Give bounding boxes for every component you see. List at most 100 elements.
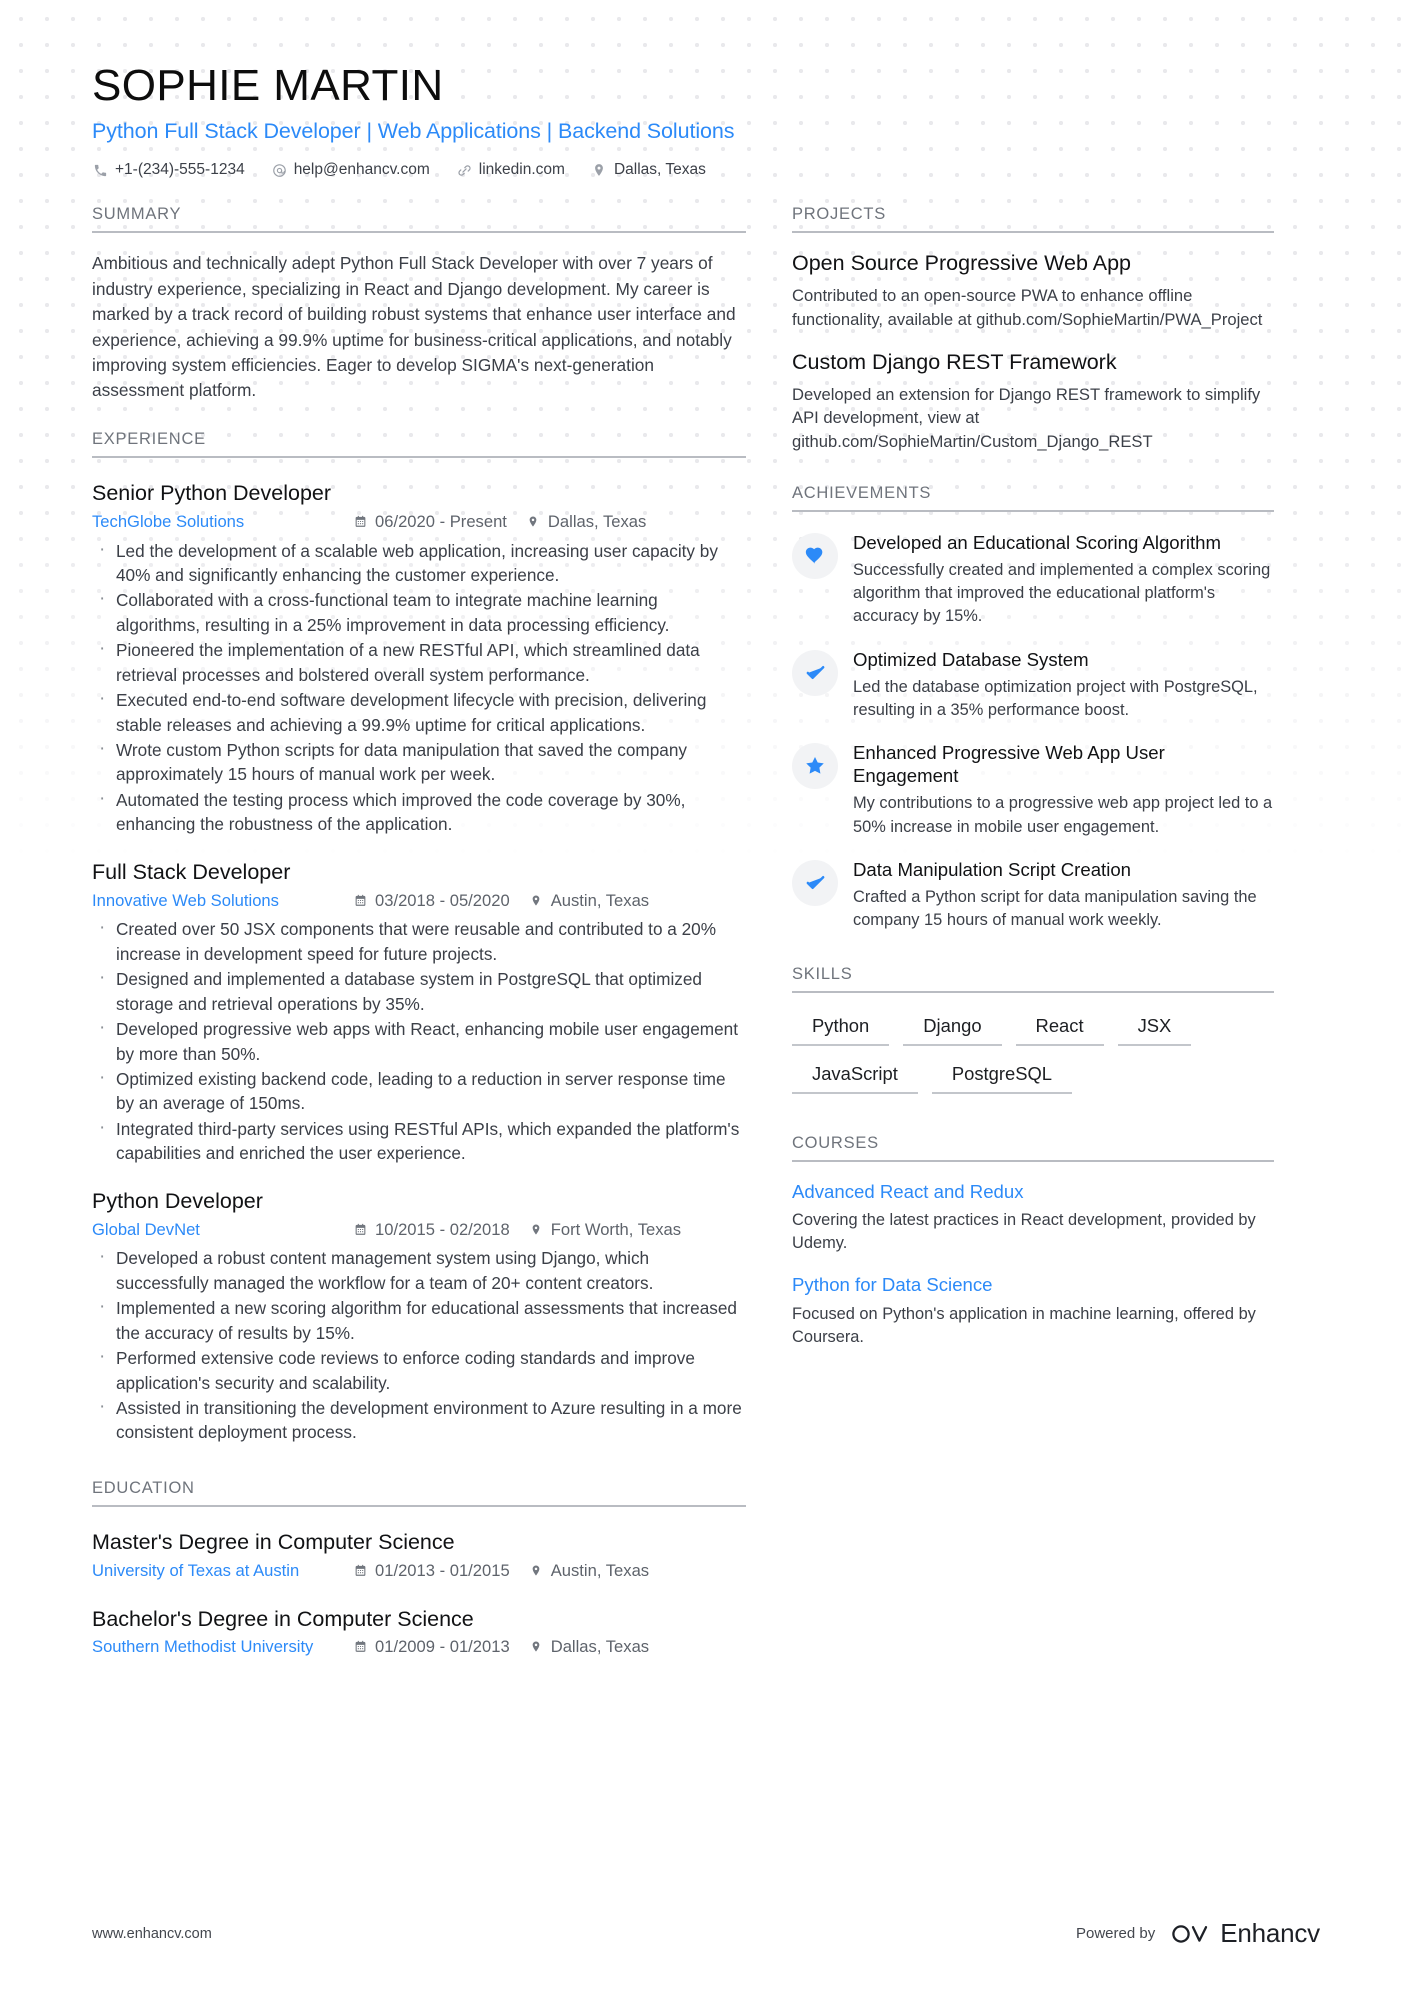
section-experience: EXPERIENCE Senior Python Developer TechG…: [92, 430, 746, 1445]
achievement-body: Optimized Database System Led the databa…: [853, 648, 1274, 723]
summary-text: Ambitious and technically adept Python F…: [92, 253, 736, 401]
powered-by-label: Powered by: [1075, 1925, 1156, 1942]
email-icon: [271, 162, 288, 179]
contact-location: Dallas, Texas: [591, 161, 706, 179]
projects-section-heading: PROJECTS: [792, 205, 1274, 234]
job-bullets: Developed a robust content management sy…: [92, 1244, 746, 1445]
job-dates: 06/2020 - Present: [354, 510, 507, 535]
job-title: Python Developer: [92, 1188, 263, 1213]
contact-email[interactable]: help@enhancv.com: [271, 161, 430, 179]
section-education: EDUCATION Master's Degree in Computer Sc…: [92, 1479, 746, 1661]
course-description: Focused on Python's application in machi…: [792, 1304, 1256, 1346]
achievement-description: Crafted a Python script for data manipul…: [853, 887, 1257, 930]
enhancv-logo: Enhancv: [1171, 1918, 1320, 1949]
job-dates-text: 06/2020 - Present: [375, 511, 507, 531]
job-bullet: Created over 50 JSX components that were…: [92, 915, 746, 966]
degree-title: Bachelor's Degree in Computer Science: [92, 1606, 474, 1631]
experience-section-heading: EXPERIENCE: [92, 430, 746, 458]
education-entry: Bachelor's Degree in Computer Science So…: [92, 1606, 746, 1661]
job-bullet: Performed extensive code reviews to enfo…: [92, 1344, 746, 1395]
project-title: Custom Django REST Framework: [792, 349, 1117, 374]
candidate-tagline: Python Full Stack Developer | Web Applic…: [92, 118, 735, 143]
job-bullets: Created over 50 JSX components that were…: [92, 915, 746, 1165]
education-location-text: Dallas, Texas: [550, 1637, 650, 1657]
section-skills: SKILLS Python Django React JSX JavaScrip…: [792, 965, 1274, 1108]
achievements-section-heading: ACHIEVEMENTS: [792, 484, 1274, 512]
job-bullet: Implemented a new scoring algorithm for …: [92, 1294, 746, 1345]
job-location-text: Dallas, Texas: [547, 511, 647, 531]
job-company[interactable]: TechGlobe Solutions: [92, 510, 354, 535]
location-icon: [591, 162, 608, 179]
section-courses: COURSES Advanced React and Redux Coverin…: [792, 1134, 1274, 1350]
education-location: Austin, Texas: [530, 1559, 649, 1584]
job-bullet: Executed end-to-end software development…: [92, 686, 746, 737]
course-item: Python for Data Science Focused on Pytho…: [792, 1273, 1274, 1349]
location-icon: [530, 894, 545, 907]
left-column: SUMMARY Ambitious and technically adept …: [92, 205, 792, 1686]
experience-entry: Python Developer Global DevNet 10/2015 -…: [92, 1188, 746, 1445]
job-meta: TechGlobe Solutions 06/2020 - Present Da…: [92, 510, 746, 535]
skill-tag: JSX: [1117, 1012, 1192, 1046]
job-dates: 03/2018 - 05/2020: [354, 889, 510, 914]
skill-tag: Python: [792, 1012, 890, 1046]
job-bullet: Optimized existing backend code, leading…: [92, 1065, 746, 1116]
job-bullet: Wrote custom Python scripts for data man…: [92, 736, 746, 787]
achievement-body: Enhanced Progressive Web App User Engage…: [853, 741, 1274, 839]
skill-tag: PostgreSQL: [931, 1060, 1073, 1094]
project-description: Developed an extension for Django REST f…: [792, 384, 1261, 451]
school-name[interactable]: University of Texas at Austin: [92, 1559, 354, 1584]
contact-link[interactable]: linkedin.com: [456, 161, 565, 179]
course-title[interactable]: Advanced React and Redux: [792, 1180, 1274, 1204]
experience-entry: Full Stack Developer Innovative Web Solu…: [92, 859, 746, 1166]
enhancv-wordmark: Enhancv: [1220, 1918, 1320, 1948]
check-icon: [792, 649, 838, 696]
job-location: Fort Worth, Texas: [530, 1218, 681, 1243]
star-icon: [792, 743, 838, 790]
job-bullet: Assisted in transitioning the developmen…: [92, 1394, 746, 1445]
achievement-description: Led the database optimization project wi…: [853, 677, 1258, 719]
achievement-item: Enhanced Progressive Web App User Engage…: [792, 741, 1274, 839]
job-dates: 10/2015 - 02/2018: [354, 1218, 510, 1243]
job-company[interactable]: Global DevNet: [92, 1218, 354, 1243]
calendar-icon: [354, 894, 369, 907]
job-bullet: Designed and implemented a database syst…: [92, 965, 746, 1016]
course-description: Covering the latest practices in React d…: [792, 1210, 1256, 1253]
achievement-item: Developed an Educational Scoring Algorit…: [792, 531, 1274, 629]
contact-phone[interactable]: +1-(234)-555-1234: [92, 161, 245, 179]
project-item: Open Source Progressive Web App Contribu…: [792, 250, 1274, 331]
calendar-icon: [354, 1223, 369, 1236]
job-bullet: Automated the testing process which impr…: [92, 786, 746, 837]
course-title[interactable]: Python for Data Science: [792, 1273, 1274, 1297]
job-title: Senior Python Developer: [92, 480, 332, 505]
job-company[interactable]: Innovative Web Solutions: [92, 889, 354, 914]
achievement-description: My contributions to a progressive web ap…: [853, 794, 1273, 836]
achievement-description: Successfully created and implemented a c…: [853, 560, 1271, 626]
location-icon: [530, 1564, 545, 1577]
resume-page: SOPHIE MARTIN Python Full Stack Develope…: [0, 0, 1410, 1995]
education-section-heading: EDUCATION: [92, 1479, 746, 1507]
achievement-title: Optimized Database System: [853, 648, 1089, 670]
contact-row: +1-(234)-555-1234 help@enhancv.com linke…: [92, 161, 1320, 179]
resume-header: SOPHIE MARTIN Python Full Stack Develope…: [0, 0, 1410, 179]
phone-icon: [92, 162, 109, 179]
footer-website-url[interactable]: www.enhancv.com: [92, 1926, 212, 1942]
skills-section-heading: SKILLS: [792, 965, 1274, 993]
education-location: Dallas, Texas: [530, 1635, 649, 1660]
job-bullets: Led the development of a scalable web ap…: [92, 537, 746, 837]
contact-link-text: linkedin.com: [478, 161, 565, 179]
school-name[interactable]: Southern Methodist University: [92, 1635, 354, 1660]
calendar-icon: [354, 1564, 369, 1577]
job-location-text: Fort Worth, Texas: [550, 1219, 682, 1239]
link-icon: [456, 162, 473, 179]
degree-title: Master's Degree in Computer Science: [92, 1529, 455, 1554]
skill-tag: JavaScript: [792, 1060, 918, 1094]
contact-phone-text: +1-(234)-555-1234: [115, 161, 245, 179]
achievement-item: Data Manipulation Script Creation Crafte…: [792, 858, 1274, 933]
project-description: Contributed to an open-source PWA to enh…: [792, 286, 1263, 329]
course-item: Advanced React and Redux Covering the la…: [792, 1180, 1274, 1256]
contact-email-text: help@enhancv.com: [293, 161, 430, 179]
job-title: Full Stack Developer: [92, 859, 291, 884]
job-location: Dallas, Texas: [527, 510, 646, 535]
job-bullet: Collaborated with a cross-functional tea…: [92, 586, 746, 637]
education-entry: Master's Degree in Computer Science Univ…: [92, 1529, 746, 1584]
